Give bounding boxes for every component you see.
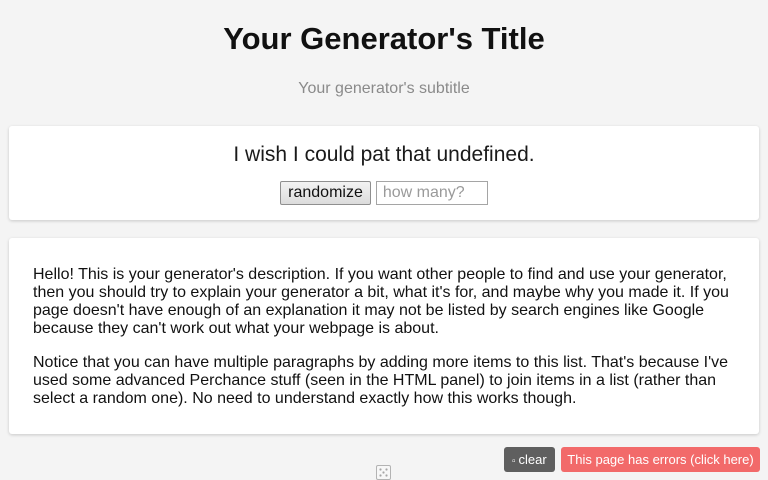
description-paragraph: Hello! This is your generator's descript… [33, 266, 729, 337]
generator-controls: randomize [9, 181, 759, 205]
how-many-input[interactable] [375, 181, 488, 205]
description-card: Hello! This is your generator's descript… [9, 238, 759, 434]
description-paragraph: Notice that you can have multiple paragr… [33, 354, 729, 407]
broom-icon: ▫ [512, 456, 516, 467]
dice-icon[interactable] [376, 465, 391, 480]
output-card: I wish I could pat that undefined. rando… [9, 126, 759, 220]
clear-label: clear [518, 452, 547, 467]
page-subtitle: Your generator's subtitle [298, 80, 470, 97]
clear-button[interactable]: ▫ clear [504, 447, 555, 472]
randomize-button[interactable]: randomize [280, 181, 371, 205]
generator-output: I wish I could pat that undefined. [233, 143, 535, 166]
page-errors-button[interactable]: This page has errors (click here) [561, 447, 760, 472]
page-title: Your Generator's Title [223, 21, 545, 56]
